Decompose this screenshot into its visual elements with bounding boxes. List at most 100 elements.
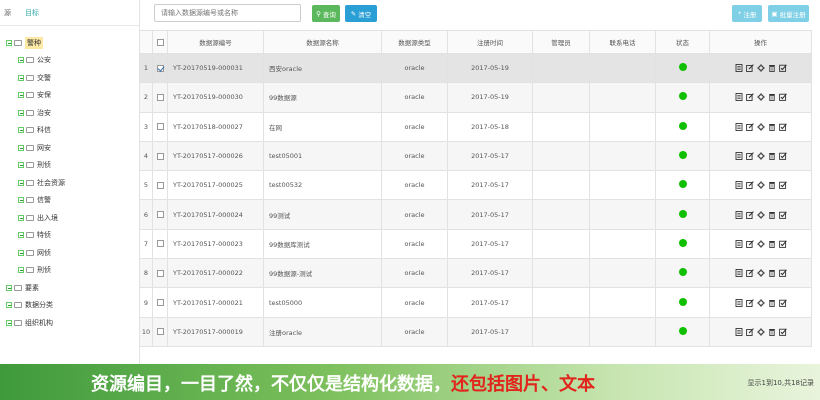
expand-toggle-icon[interactable]: [18, 267, 24, 274]
expand-toggle-icon[interactable]: [6, 39, 12, 46]
check-icon[interactable]: [778, 93, 787, 102]
detail-icon[interactable]: [735, 210, 743, 219]
tree-node[interactable]: 出入境: [0, 209, 139, 227]
gear-icon[interactable]: [756, 210, 765, 219]
gear-icon[interactable]: [756, 93, 765, 102]
tab-target[interactable]: 目标: [25, 8, 39, 18]
check-icon[interactable]: [778, 152, 787, 160]
expand-toggle-icon[interactable]: [6, 302, 12, 309]
edit-icon[interactable]: [745, 269, 754, 278]
edit-icon[interactable]: [745, 93, 754, 102]
tree-node[interactable]: 公安: [0, 52, 139, 70]
tree-node[interactable]: 警种: [0, 34, 139, 52]
check-icon[interactable]: [778, 240, 787, 248]
row-checkbox[interactable]: [156, 152, 164, 160]
row-checkbox[interactable]: [156, 240, 164, 248]
edit-icon[interactable]: [745, 152, 754, 160]
header-select-all[interactable]: [152, 30, 168, 54]
row-checkbox[interactable]: [156, 93, 164, 101]
tree-node[interactable]: 刑侦: [0, 157, 139, 175]
table-row[interactable]: 10 YT-20170517-000019 注册oracle oracle 2017-0…: [139, 316, 812, 347]
query-button[interactable]: ⚲ 查询: [312, 5, 340, 22]
table-row[interactable]: 9 YT-20170517-000021 test05000 oracle 2017-0…: [139, 287, 812, 318]
gear-icon[interactable]: [756, 152, 765, 160]
tree-node[interactable]: 数据分类: [0, 297, 139, 315]
detail-icon[interactable]: [735, 93, 743, 102]
search-input[interactable]: [154, 4, 301, 22]
expand-toggle-icon[interactable]: [18, 197, 24, 204]
tree-node[interactable]: 治安: [0, 104, 139, 122]
tree-node[interactable]: 特侦: [0, 227, 139, 245]
tree-node[interactable]: 社会资源: [0, 174, 139, 192]
edit-icon[interactable]: [745, 210, 754, 219]
tree-node[interactable]: 信警: [0, 192, 139, 210]
trash-icon[interactable]: [768, 211, 776, 219]
table-row[interactable]: 6 YT-20170517-000024 99测试 oracle 2017-05-17: [139, 199, 812, 230]
row-checkbox[interactable]: [156, 64, 164, 72]
row-checkbox[interactable]: [156, 299, 164, 307]
tree-node[interactable]: 网安: [0, 139, 139, 157]
trash-icon[interactable]: [768, 269, 776, 278]
detail-icon[interactable]: [735, 239, 743, 248]
expand-toggle-icon[interactable]: [18, 74, 24, 81]
gear-icon[interactable]: [756, 298, 765, 307]
trash-icon[interactable]: [768, 181, 776, 190]
check-icon[interactable]: [778, 298, 787, 307]
table-row[interactable]: 2 YT-20170519-000030 99数据源 oracle 2017-05-19: [139, 82, 812, 113]
expand-toggle-icon[interactable]: [18, 144, 24, 151]
select-all-checkbox[interactable]: [156, 38, 164, 46]
check-icon[interactable]: [778, 269, 787, 278]
tree-node[interactable]: 安保: [0, 87, 139, 105]
trash-icon[interactable]: [768, 299, 776, 307]
expand-toggle-icon[interactable]: [18, 232, 24, 239]
trash-icon[interactable]: [768, 64, 776, 73]
table-row[interactable]: 7 YT-20170517-000023 99数据库测试 oracle 2017-05-…: [139, 228, 812, 260]
detail-icon[interactable]: [735, 64, 743, 73]
expand-toggle-icon[interactable]: [18, 127, 24, 134]
detail-icon[interactable]: [735, 122, 743, 131]
batch-register-button[interactable]: ▣ 批量注册: [768, 5, 809, 22]
check-icon[interactable]: [778, 123, 787, 131]
check-icon[interactable]: [778, 211, 787, 219]
gear-icon[interactable]: [756, 181, 765, 190]
register-button[interactable]: + 注册: [732, 5, 762, 22]
table-row[interactable]: 8 YT-20170517-000022 99数据源-测试 oracle 2017-05…: [139, 258, 812, 289]
edit-icon[interactable]: [745, 64, 754, 73]
row-checkbox[interactable]: [156, 181, 164, 189]
tree-node[interactable]: 科信: [0, 122, 139, 140]
trash-icon[interactable]: [768, 152, 776, 161]
table-row[interactable]: 3 YT-20170518-000027 在网 oracle 2017-05-18: [139, 111, 812, 142]
check-icon[interactable]: [778, 64, 787, 72]
detail-icon[interactable]: [735, 298, 743, 307]
detail-icon[interactable]: [735, 269, 743, 278]
edit-icon[interactable]: [745, 181, 754, 190]
edit-icon[interactable]: [745, 298, 754, 307]
gear-icon[interactable]: [756, 240, 765, 248]
edit-icon[interactable]: [745, 122, 754, 131]
expand-toggle-icon[interactable]: [18, 92, 24, 99]
detail-icon[interactable]: [735, 152, 743, 160]
table-row[interactable]: 1 YT-20170519-000031 西安oracle oracle 2017-05…: [139, 52, 812, 84]
expand-toggle-icon[interactable]: [18, 179, 24, 186]
table-row[interactable]: 5 YT-20170517-000025 test00532 oracle 2017-0…: [139, 170, 812, 201]
tree-node[interactable]: 要素: [0, 279, 139, 297]
edit-icon[interactable]: [745, 240, 754, 248]
expand-toggle-icon[interactable]: [18, 162, 24, 169]
expand-toggle-icon[interactable]: [6, 319, 12, 326]
clear-button[interactable]: ✎ 清空: [345, 5, 377, 22]
gear-icon[interactable]: [756, 328, 765, 336]
expand-toggle-icon[interactable]: [6, 284, 12, 291]
expand-toggle-icon[interactable]: [18, 57, 24, 64]
check-icon[interactable]: [778, 328, 787, 336]
tree-node[interactable]: 交警: [0, 69, 139, 87]
tree-node[interactable]: 刑侦: [0, 262, 139, 280]
gear-icon[interactable]: [756, 123, 765, 131]
row-checkbox[interactable]: [156, 269, 164, 277]
tab-source[interactable]: 源: [4, 8, 11, 18]
check-icon[interactable]: [778, 181, 787, 190]
detail-icon[interactable]: [735, 327, 743, 336]
trash-icon[interactable]: [768, 93, 776, 102]
row-checkbox[interactable]: [156, 123, 164, 131]
trash-icon[interactable]: [768, 240, 776, 248]
expand-toggle-icon[interactable]: [18, 214, 24, 221]
